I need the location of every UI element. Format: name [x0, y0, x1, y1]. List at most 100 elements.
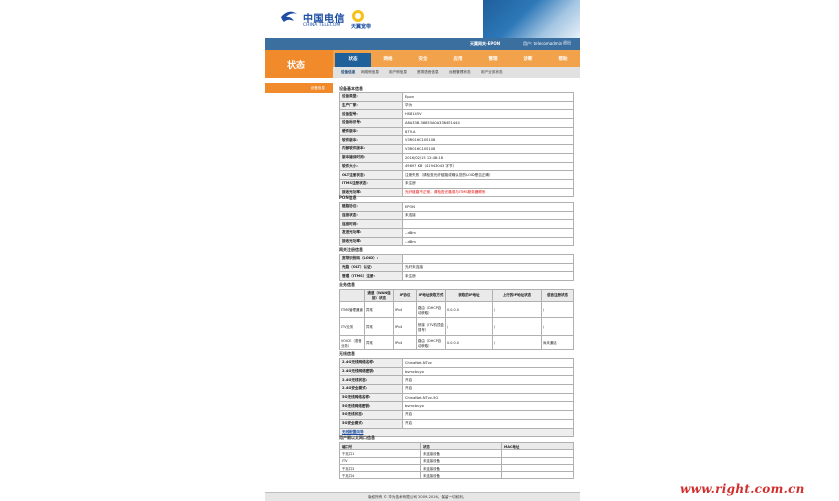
table-cell: 千兆口1 — [339, 449, 421, 458]
nav-network[interactable]: 网络 — [370, 56, 406, 62]
table-cell: 0.0.0.0 — [445, 301, 493, 318]
site-watermark: www.right.com.cn — [680, 482, 805, 496]
table-cell — [501, 463, 574, 473]
table-cell: ITV — [339, 456, 421, 465]
table-row: 设备标识号: A8A33B-38853A0A3364E1444 — [339, 118, 574, 128]
table-header-cell — [339, 289, 365, 302]
table-row: 软件版本: V3R016C10S108 — [339, 135, 574, 146]
table-cell: 879.A — [402, 126, 574, 137]
gateway-version: 天翼网关-EPON — [470, 41, 501, 46]
table-cell: 未连接设备 — [420, 471, 502, 480]
table-cell: / — [445, 317, 493, 336]
section-auth-title: 网关注册信息 — [339, 247, 363, 252]
page-title: 状态 — [287, 61, 306, 71]
table-row: 2.4G无线状态: 开启 — [339, 375, 574, 386]
table-cell: 5G无线状态: — [339, 410, 403, 420]
table-cell — [402, 219, 574, 230]
table-row: 内部软件版本: V3R016C10S108 — [339, 144, 574, 154]
subnav-network-info[interactable]: 网络侧信息 — [361, 70, 379, 75]
nav-status[interactable]: 状态 — [335, 53, 371, 67]
subnav-remote-mgmt[interactable]: 远程管理状态 — [449, 70, 471, 75]
table-row: 硬件版本: 879.A — [339, 126, 574, 137]
table-row: 设备型号: HS8145V — [339, 109, 574, 120]
table-row: ITV业务 异常 IPv4 桥接（ITV机顶盒拨号） / / / — [339, 317, 574, 336]
brand-sub: 天翼宽带 — [351, 24, 372, 30]
brand-name-en: CHINA TELECOM — [303, 23, 341, 28]
table-cell — [402, 254, 574, 264]
service-info-table: 通道（WAN连接）状态 IP协议 IP地址获取方式 获取的IP地址 上行的IP地… — [339, 289, 574, 350]
table-row: 千兆口1 未连接设备 — [339, 449, 574, 458]
table-cell: 注册失败（请检查光纤链路或确认您的LOID是否正确） — [402, 170, 574, 180]
subnav-voice-info[interactable]: 宽带语音信息 — [417, 70, 439, 75]
table-cell: 未连接设备 — [420, 463, 502, 473]
sidebar-item-label: 设备信息 — [310, 86, 325, 90]
table-cell: EPON — [402, 202, 574, 212]
wifi-info-table: 2.4G无线网络名称: ChinaNet-NTvz 2.4G无线网络密钥: bvmc… — [339, 358, 574, 438]
main-nav: 状态 网络 安全 应用 管理 诊断 帮助 — [333, 50, 580, 67]
table-row: 连接时间: — [339, 219, 574, 230]
nav-diagnosis[interactable]: 诊断 — [510, 56, 546, 62]
table-cell: 光纤未连接 — [402, 262, 574, 273]
table-cell: 未连接设备 — [420, 456, 502, 465]
table-cell: 开启 — [402, 384, 574, 394]
table-cell: ChinaNet-NTvz-5G — [402, 392, 574, 403]
table-row: 生产厂家: 华为 — [339, 100, 574, 111]
table-header-row: 通道（WAN连接）状态 IP协议 IP地址获取方式 获取的IP地址 上行的IP地… — [339, 289, 574, 302]
table-cell: ITMS管理通道 — [339, 301, 365, 318]
table-header-cell: 语音注册状态 — [541, 289, 574, 302]
table-cell: VOICE（语音业务） — [339, 335, 365, 350]
table-cell: / — [541, 301, 574, 318]
table-row: 接收光功率: --dBm — [339, 236, 574, 247]
table-cell: 光纤链路不正常，请检查光路或与ITMS服务器联系 — [402, 187, 574, 198]
table-row: 5G无线网络密钥: bvmcbuyo — [339, 401, 574, 412]
table-cell: 5G安全模式: — [339, 418, 403, 429]
nav-application[interactable]: 应用 — [440, 56, 476, 62]
table-cell: 设备标识号: — [339, 118, 403, 128]
nav-help[interactable]: 帮助 — [545, 56, 581, 62]
sidebar-item-device-info[interactable]: 设备信息 — [265, 83, 333, 93]
section-pon-title: PON信息 — [339, 195, 357, 200]
lan-info-table: 端口号 状态 MAC地址 千兆口1 未连接设备 ITV 未连接设备 千兆口3 未连接设备 … — [339, 441, 574, 480]
table-cell: IPv4 — [393, 317, 417, 336]
device-info-table: 设备类型: Epon 生产厂家: 华为 设备型号: HS8145V 设备标识号: A8A… — [339, 92, 574, 198]
subnav-user-info[interactable]: 用户侧信息 — [389, 70, 407, 75]
table-header-row: 端口号 状态 MAC地址 — [339, 441, 574, 451]
nav-management[interactable]: 管理 — [475, 56, 511, 62]
table-row: 光路（OLT）认证: 光纤未连接 — [339, 262, 574, 273]
table-cell: bvmcbuyo — [402, 366, 574, 377]
table-row: 千兆口4 未连接设备 — [339, 471, 574, 480]
table-header-cell: 获取的IP地址 — [445, 289, 493, 302]
table-cell: ChinaNet-NTvz — [402, 358, 574, 368]
nav-security[interactable]: 安全 — [405, 56, 441, 62]
logout-link[interactable]: 退出 — [563, 40, 571, 46]
china-telecom-logo-icon — [281, 11, 297, 22]
table-row: 发送光功率: --dBm — [339, 228, 574, 238]
table-cell: 路由（DHCP自动获取） — [416, 301, 446, 318]
table-cell: 开启 — [402, 418, 574, 429]
table-cell: 华为 — [402, 100, 574, 111]
table-cell: 连接状态: — [339, 210, 403, 221]
table-cell: 异常 — [364, 317, 394, 336]
table-cell: 异常 — [364, 301, 394, 318]
table-cell: 链路协议: — [339, 202, 403, 212]
table-cell: IPv4 — [393, 301, 417, 318]
table-cell: 发送光功率: — [339, 228, 403, 238]
table-cell: IPv4 — [393, 335, 417, 350]
header: 中国电信 CHINA TELECOM 天翼宽带 — [265, 0, 580, 38]
table-cell: 未注册 — [402, 271, 574, 282]
table-cell: Epon — [402, 92, 574, 102]
table-cell: 桥接（ITV机顶盒拨号） — [416, 317, 446, 336]
table-cell: 版本编译时间: — [339, 152, 403, 163]
subnav-user-service[interactable]: 用户业务状态 — [481, 70, 503, 75]
table-cell: 软件版本: — [339, 135, 403, 146]
table-cell: 2.4G无线网络密钥: — [339, 366, 403, 377]
table-header-cell: 通道（WAN连接）状态 — [364, 289, 394, 302]
table-cell — [501, 471, 574, 480]
table-row: 接收光功率: 光纤链路不正常，请检查光路或与ITMS服务器联系 — [339, 187, 574, 198]
wifi-wizard-link[interactable]: 无线配置向导 — [342, 430, 364, 434]
subnav-device-info[interactable]: 设备信息 — [341, 70, 355, 75]
gateway-frame: 中国电信 CHINA TELECOM 天翼宽带 天翼网关-EPON 用户: te… — [265, 0, 580, 501]
auth-info-table: 宽带识别码（LOID）: 光路（OLT）认证: 光纤未连接 管理（ITMS）注册:… — [339, 254, 574, 282]
table-cell: 设备型号: — [339, 109, 403, 120]
table-cell: 管理（ITMS）注册: — [339, 271, 403, 282]
